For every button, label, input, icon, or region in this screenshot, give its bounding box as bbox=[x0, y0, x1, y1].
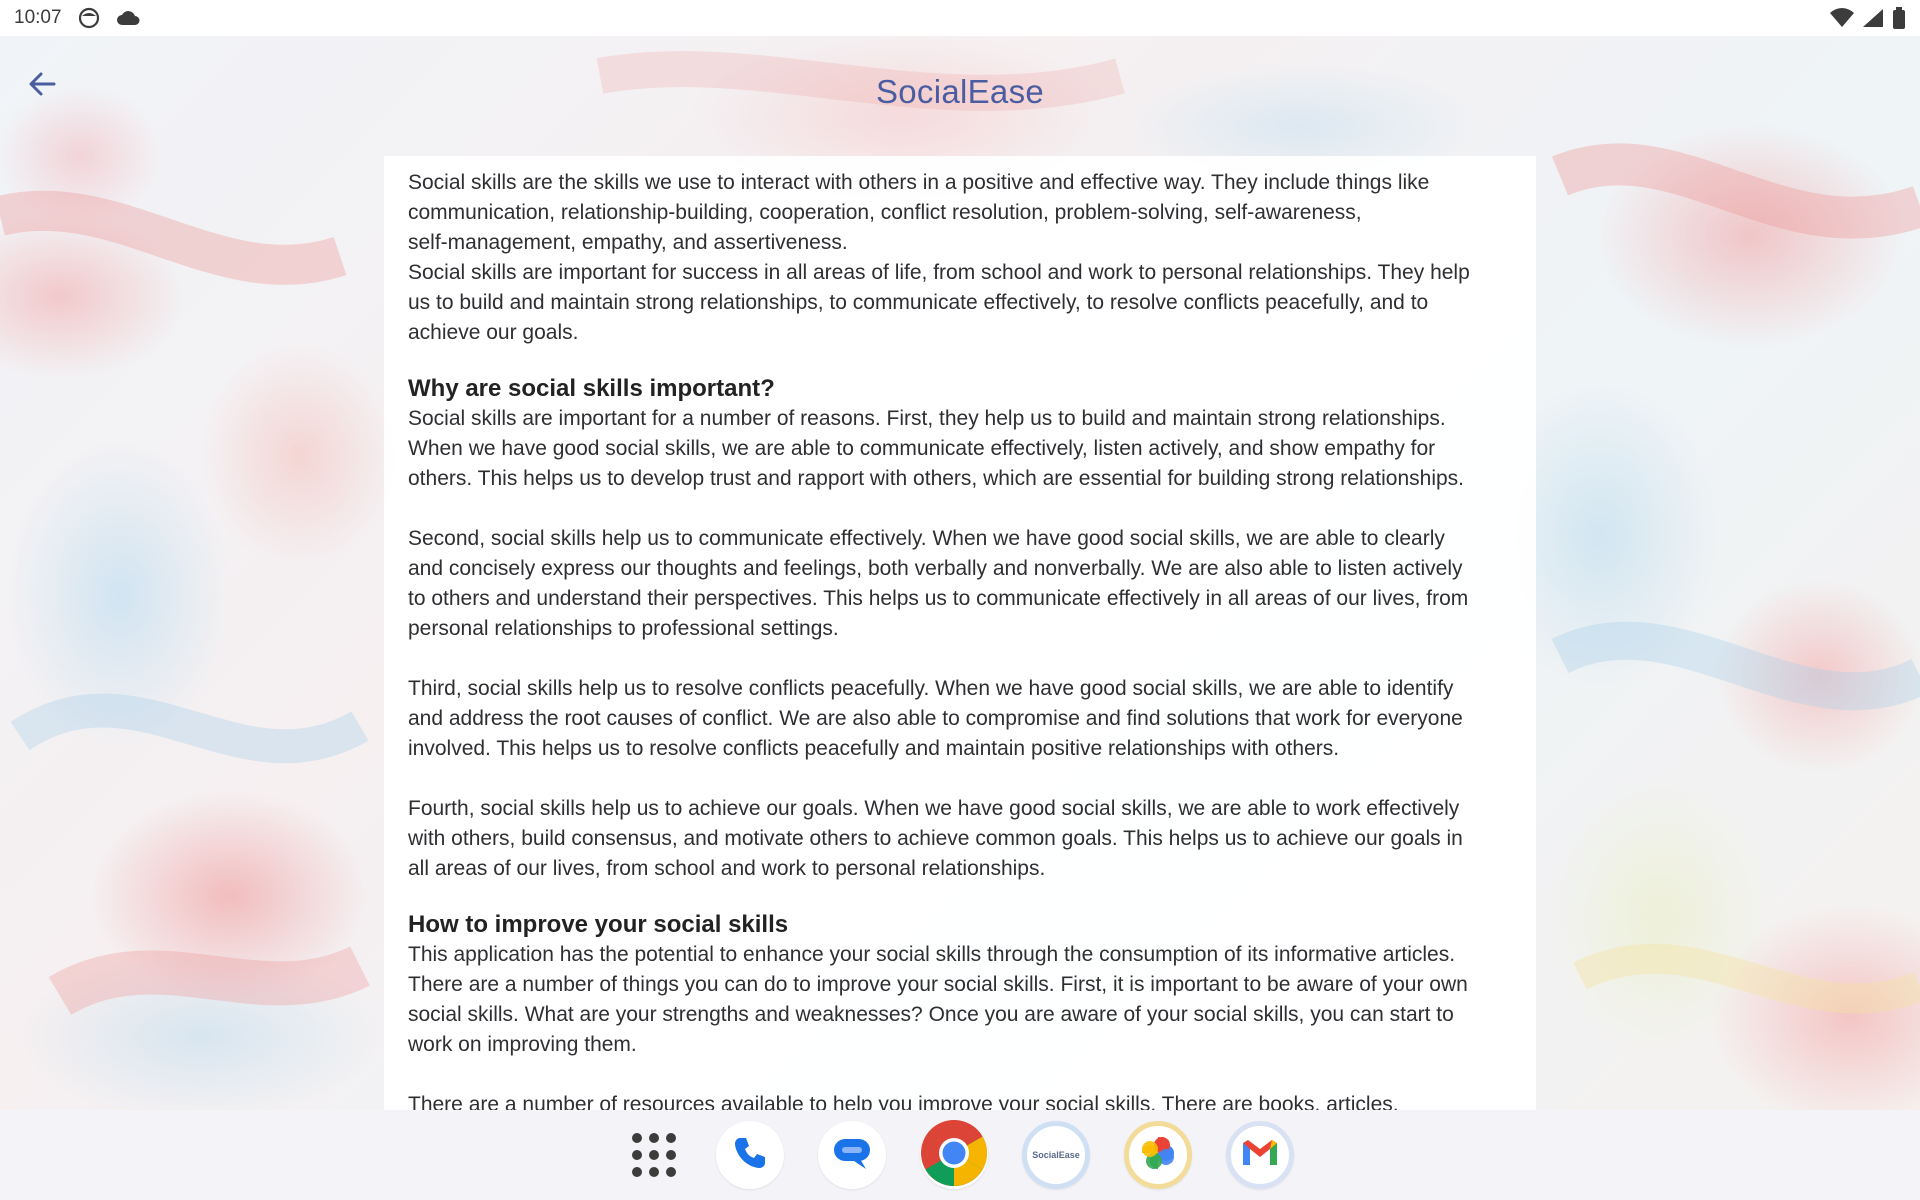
page-title: SocialEase bbox=[875, 73, 1045, 110]
how-paragraph-1: This application has the potential to en… bbox=[408, 943, 1468, 1056]
arrow-back-icon bbox=[27, 69, 57, 104]
signal-icon bbox=[1862, 8, 1884, 28]
chrome-icon bbox=[920, 1119, 988, 1192]
section-heading-why: Why are social skills important? bbox=[408, 375, 775, 402]
why-paragraph-4: Fourth, social skills help us to achieve… bbox=[408, 797, 1463, 880]
apps-grid-icon bbox=[632, 1133, 676, 1177]
cloud-icon bbox=[116, 9, 140, 27]
gmail-icon bbox=[1240, 1137, 1280, 1174]
phone-icon bbox=[730, 1133, 770, 1178]
article-card[interactable]: Social skills are the skills we use to i… bbox=[384, 156, 1536, 1110]
status-bar: 10:07 bbox=[0, 0, 1920, 36]
section-heading-how: How to improve your social skills bbox=[408, 911, 789, 938]
chrome-app-button[interactable] bbox=[920, 1119, 988, 1192]
messages-icon bbox=[830, 1133, 874, 1178]
why-paragraph-3: Third, social skills help us to resolve … bbox=[408, 677, 1463, 760]
why-paragraph-1: Social skills are important for a number… bbox=[408, 407, 1465, 490]
socialease-icon: SocialEase bbox=[1032, 1150, 1080, 1160]
face-icon bbox=[78, 7, 100, 29]
battery-icon bbox=[1892, 7, 1906, 29]
how-paragraph-2: There are a number of resources availabl… bbox=[408, 1093, 1399, 1110]
messages-app-button[interactable] bbox=[818, 1121, 886, 1189]
intro-paragraph-2: Social skills are important for success … bbox=[408, 261, 1470, 344]
gmail-app-button[interactable] bbox=[1226, 1121, 1294, 1189]
wifi-icon bbox=[1830, 8, 1854, 28]
why-paragraph-2: Second, social skills help us to communi… bbox=[408, 527, 1469, 640]
app-drawer-button[interactable] bbox=[626, 1121, 682, 1189]
socialease-app-button[interactable]: SocialEase bbox=[1022, 1121, 1090, 1189]
taskbar-dock: SocialEase bbox=[0, 1110, 1920, 1200]
intro-paragraph-1: Social skills are the skills we use to i… bbox=[408, 171, 1430, 254]
app-bar: SocialEase bbox=[0, 36, 1920, 136]
photos-icon bbox=[1138, 1133, 1178, 1178]
back-button[interactable] bbox=[20, 64, 64, 108]
status-time: 10:07 bbox=[14, 7, 62, 28]
photos-app-button[interactable] bbox=[1124, 1121, 1192, 1189]
phone-app-button[interactable] bbox=[716, 1121, 784, 1189]
